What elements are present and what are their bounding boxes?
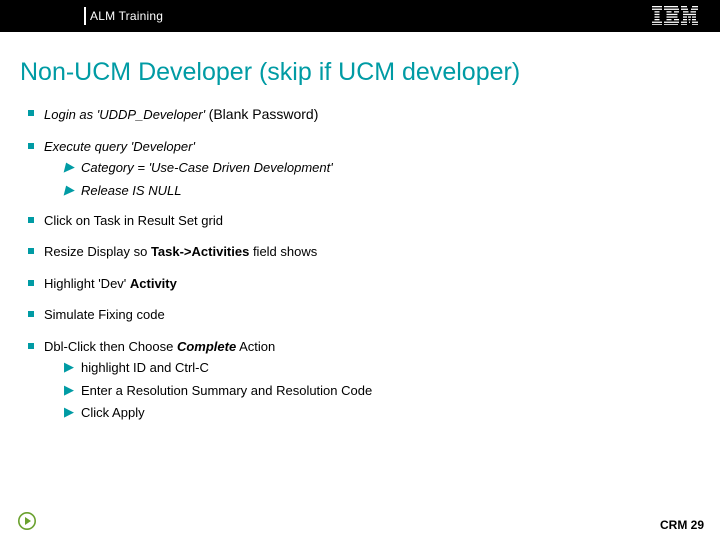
header-divider [84, 7, 86, 25]
sub-text: highlight ID and Ctrl-C [81, 359, 209, 377]
slide: ALM Training [0, 0, 720, 540]
bullet-login: Login as 'UDDP_Developer' (Blank Passwor… [28, 105, 720, 124]
text-fragment: field shows [249, 244, 317, 259]
page-title: Non-UCM Developer (skip if UCM developer… [0, 32, 720, 87]
sub-text: Category = 'Use-Case Driven Development' [81, 159, 333, 177]
bullet-execute-query: Execute query 'Developer' [28, 138, 720, 156]
bullet-text: Click on Task in Result Set grid [44, 212, 223, 230]
text-fragment: Highlight 'Dev' [44, 276, 130, 291]
text-fragment: Action [236, 339, 275, 354]
bullet-text: Resize Display so Task->Activities field… [44, 243, 317, 261]
bullet-dbl-click: Dbl-Click then Choose Complete Action [28, 338, 720, 356]
sub-list: ▶ Category = 'Use-Case Driven Developmen… [64, 159, 720, 199]
sub-bullet: ▶ Enter a Resolution Summary and Resolut… [64, 382, 720, 400]
bullet-text: Simulate Fixing code [44, 306, 165, 324]
sub-text: Release IS NULL [81, 182, 181, 200]
bullet-icon [28, 248, 34, 254]
text-fragment: Complete [177, 339, 236, 354]
bullet-icon [28, 343, 34, 349]
text-fragment: (Blank Password) [209, 106, 319, 122]
header-section-title: ALM Training [90, 9, 163, 23]
bullet-icon [28, 217, 34, 223]
bullet-click-task: Click on Task in Result Set grid [28, 212, 720, 230]
sub-bullet: ▶ Category = 'Use-Case Driven Developmen… [64, 159, 720, 177]
content-area: Login as 'UDDP_Developer' (Blank Passwor… [0, 87, 720, 422]
text-fragment: Activity [130, 276, 177, 291]
ibm-logo-icon [652, 6, 698, 30]
bullet-icon [28, 110, 34, 116]
bullet-text: Highlight 'Dev' Activity [44, 275, 177, 293]
footer-page-label: CRM 29 [660, 518, 704, 532]
arrow-icon: ▶ [64, 182, 74, 198]
text-fragment: Resize Display so [44, 244, 151, 259]
sub-bullet: ▶ highlight ID and Ctrl-C [64, 359, 720, 377]
sub-text: Click Apply [81, 404, 145, 422]
bullet-text: Login as 'UDDP_Developer' (Blank Passwor… [44, 105, 318, 124]
bullet-icon [28, 311, 34, 317]
text-fragment: Task->Activities [151, 244, 249, 259]
bullet-highlight-dev: Highlight 'Dev' Activity [28, 275, 720, 293]
text-fragment: Login as 'UDDP_Developer' [44, 107, 209, 122]
arrow-icon: ▶ [64, 382, 74, 398]
sub-list: ▶ highlight ID and Ctrl-C ▶ Enter a Reso… [64, 359, 720, 422]
sub-text: Enter a Resolution Summary and Resolutio… [81, 382, 372, 400]
bullet-icon [28, 143, 34, 149]
text-fragment: Dbl-Click then Choose [44, 339, 177, 354]
arrow-icon: ▶ [64, 159, 74, 175]
bullet-simulate-fix: Simulate Fixing code [28, 306, 720, 324]
sub-bullet: ▶ Release IS NULL [64, 182, 720, 200]
header-bar: ALM Training [0, 0, 720, 32]
nav-play-icon[interactable] [18, 512, 36, 530]
bullet-text: Dbl-Click then Choose Complete Action [44, 338, 275, 356]
arrow-icon: ▶ [64, 404, 74, 420]
bullet-icon [28, 280, 34, 286]
arrow-icon: ▶ [64, 359, 74, 375]
bullet-resize-display: Resize Display so Task->Activities field… [28, 243, 720, 261]
bullet-text: Execute query 'Developer' [44, 138, 195, 156]
sub-bullet: ▶ Click Apply [64, 404, 720, 422]
